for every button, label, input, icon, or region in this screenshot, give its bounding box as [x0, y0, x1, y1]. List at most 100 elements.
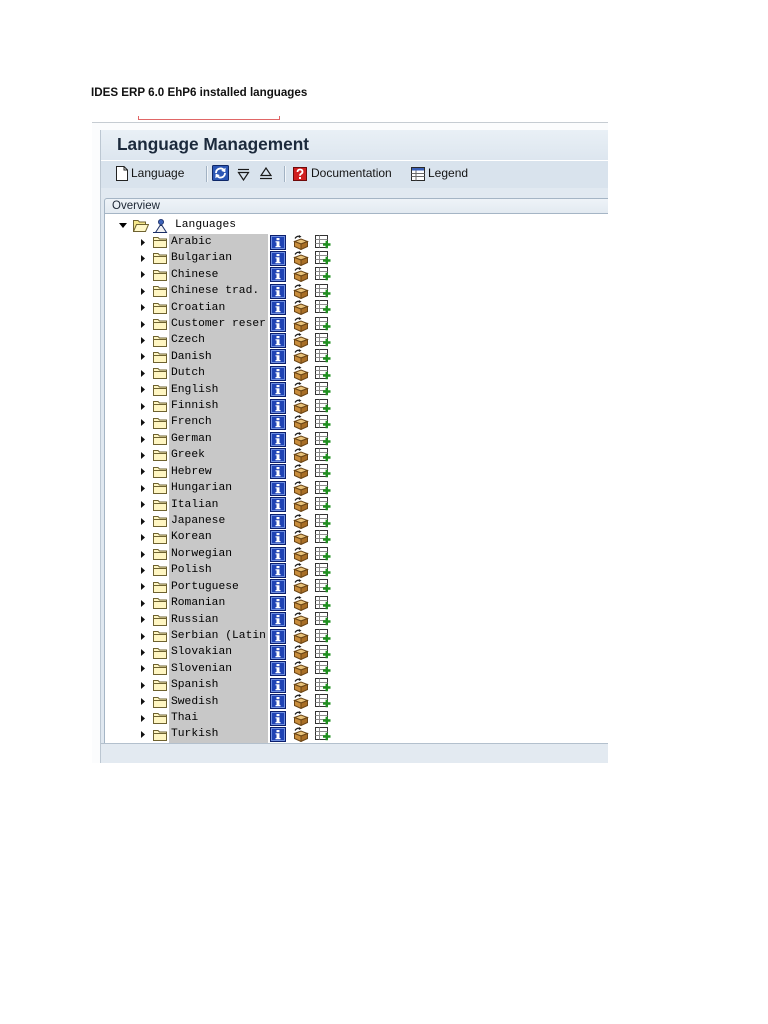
language-name[interactable]: Turkish: [169, 726, 268, 742]
tree-node-language[interactable]: Slovakian: [100, 644, 608, 661]
add-entry-icon[interactable]: [315, 382, 331, 397]
transport-package-icon[interactable]: [292, 694, 309, 710]
add-entry-icon[interactable]: [315, 710, 331, 726]
language-name[interactable]: Bulgarian: [169, 250, 268, 266]
tree-node-language[interactable]: Polish: [100, 562, 608, 578]
transport-package-icon[interactable]: [292, 447, 309, 463]
info-icon[interactable]: [270, 727, 286, 743]
expand-arrow-icon[interactable]: [141, 451, 145, 459]
info-icon[interactable]: [270, 677, 286, 693]
language-name[interactable]: Chinese: [169, 267, 268, 283]
info-icon[interactable]: [270, 250, 286, 266]
add-entry-icon[interactable]: [315, 562, 331, 578]
info-icon[interactable]: [270, 267, 286, 283]
info-icon[interactable]: [270, 497, 286, 513]
language-name[interactable]: Korean: [169, 529, 268, 545]
transport-package-icon[interactable]: [292, 267, 309, 283]
add-entry-icon[interactable]: [315, 628, 331, 644]
language-name[interactable]: Danish: [169, 349, 268, 365]
transport-package-icon[interactable]: [292, 562, 309, 578]
info-icon[interactable]: [270, 234, 286, 250]
language-name[interactable]: Czech: [169, 332, 268, 348]
expand-arrow-icon[interactable]: [141, 698, 145, 706]
add-entry-icon[interactable]: [315, 447, 331, 463]
info-icon[interactable]: [270, 283, 286, 299]
refresh-button[interactable]: [212, 164, 229, 182]
new-language-button[interactable]: Language: [116, 165, 184, 182]
language-name[interactable]: Dutch: [169, 365, 268, 381]
transport-package-icon[interactable]: [292, 250, 309, 266]
expand-arrow-icon[interactable]: [141, 534, 145, 542]
info-icon[interactable]: [270, 349, 286, 365]
tree-node-language[interactable]: Russian: [100, 612, 608, 628]
language-name[interactable]: Slovenian: [169, 661, 268, 677]
tree-node-language[interactable]: Portuguese: [100, 579, 608, 595]
info-icon[interactable]: [270, 546, 286, 562]
expand-arrow-icon[interactable]: [141, 402, 145, 410]
tree-node-language[interactable]: Swedish: [100, 694, 608, 710]
add-entry-icon[interactable]: [315, 316, 331, 332]
tree-node-language[interactable]: English: [100, 382, 608, 398]
tree-node-language[interactable]: Slovenian: [100, 661, 608, 677]
add-entry-icon[interactable]: [315, 727, 331, 742]
tree-node-language[interactable]: Chinese: [100, 267, 608, 283]
legend-button[interactable]: Legend: [411, 165, 468, 182]
transport-package-icon[interactable]: [292, 661, 309, 677]
expand-arrow-icon[interactable]: [141, 419, 145, 427]
transport-package-icon[interactable]: [292, 349, 309, 365]
tree-node-language[interactable]: Italian: [100, 497, 608, 513]
language-name[interactable]: Romanian: [169, 595, 268, 611]
info-icon[interactable]: [270, 316, 286, 332]
add-entry-icon[interactable]: [315, 694, 331, 709]
transport-package-icon[interactable]: [292, 530, 309, 546]
expand-arrow-icon[interactable]: [141, 435, 145, 443]
expand-arrow-icon[interactable]: [141, 517, 145, 525]
tree-node-language[interactable]: Danish: [100, 349, 608, 365]
add-entry-icon[interactable]: [315, 300, 331, 315]
language-name[interactable]: Greek: [169, 447, 268, 463]
add-entry-icon[interactable]: [315, 333, 331, 348]
tree-node-language[interactable]: Croatian: [100, 300, 608, 316]
language-name[interactable]: Chinese trad.: [169, 283, 268, 299]
tree-node-language[interactable]: Japanese: [100, 513, 608, 529]
transport-package-icon[interactable]: [292, 234, 309, 250]
tree-node-language[interactable]: Turkish: [100, 726, 608, 743]
info-icon[interactable]: [270, 513, 286, 529]
transport-package-icon[interactable]: [292, 513, 309, 529]
language-name[interactable]: Italian: [169, 497, 268, 513]
info-icon[interactable]: [270, 612, 286, 628]
language-name[interactable]: Finnish: [169, 398, 268, 414]
add-entry-icon[interactable]: [315, 415, 331, 430]
expand-arrow-icon[interactable]: [141, 271, 145, 279]
collapse-arrow-icon[interactable]: [119, 223, 127, 229]
add-entry-icon[interactable]: [315, 595, 331, 611]
info-icon[interactable]: [270, 628, 286, 644]
expand-all-button[interactable]: [237, 165, 250, 182]
transport-package-icon[interactable]: [292, 365, 309, 381]
info-icon[interactable]: [270, 562, 286, 578]
transport-package-icon[interactable]: [292, 546, 309, 562]
tree-node-language[interactable]: Spanish: [100, 677, 608, 693]
language-name[interactable]: Thai: [169, 710, 268, 726]
expand-arrow-icon[interactable]: [141, 468, 145, 476]
add-entry-icon[interactable]: [315, 612, 331, 627]
expand-arrow-icon[interactable]: [141, 731, 145, 739]
tree-node-language[interactable]: Norwegian: [100, 546, 608, 562]
language-name[interactable]: Croatian: [169, 300, 268, 316]
tree-node-language[interactable]: Greek: [100, 447, 608, 463]
tree-node-language[interactable]: Hungarian: [100, 480, 608, 496]
expand-arrow-icon[interactable]: [141, 550, 145, 558]
info-icon[interactable]: [270, 530, 286, 546]
add-entry-icon[interactable]: [315, 579, 331, 594]
expand-arrow-icon[interactable]: [141, 320, 145, 328]
tree-node-language[interactable]: Finnish: [100, 398, 608, 414]
language-name[interactable]: Polish: [169, 562, 268, 578]
tree-root-label[interactable]: Languages: [175, 217, 236, 233]
language-name[interactable]: Serbian (Latin: [169, 628, 268, 644]
transport-package-icon[interactable]: [292, 333, 309, 349]
add-entry-icon[interactable]: [315, 234, 331, 250]
expand-arrow-icon[interactable]: [141, 304, 145, 312]
expand-arrow-icon[interactable]: [141, 287, 145, 295]
transport-package-icon[interactable]: [292, 316, 309, 332]
transport-package-icon[interactable]: [292, 398, 309, 414]
